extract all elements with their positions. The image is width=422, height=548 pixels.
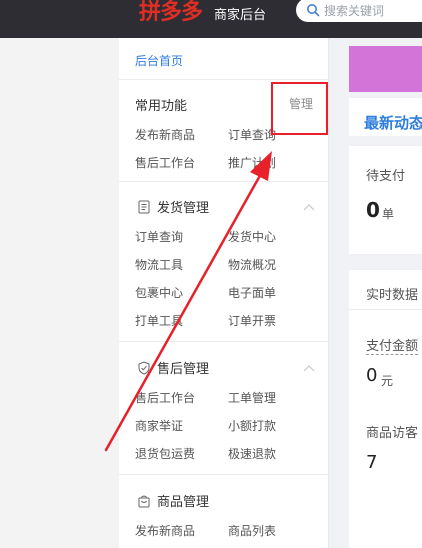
aftersale-item-workbench[interactable]: 售后工作台 <box>135 389 195 406</box>
realtime-divider <box>349 309 422 310</box>
goods-item-publish[interactable]: 发布新商品 <box>135 522 195 539</box>
aftersale-item-small-payment[interactable]: 小额打款 <box>228 417 276 434</box>
section-title-shipping-label: 发货管理 <box>157 201 210 216</box>
promo-banner[interactable] <box>349 46 422 92</box>
shipping-item-invoice[interactable]: 订单开票 <box>228 312 276 329</box>
realtime-title: 实时数据 <box>366 288 419 303</box>
bag-icon <box>138 495 150 507</box>
pending-unit: 单 <box>382 207 395 221</box>
sidebar-home-link[interactable]: 后台首页 <box>135 52 183 69</box>
pay-amount-value: 0 <box>366 365 378 386</box>
highlight-box <box>271 82 328 135</box>
aftersale-item-return-shipping[interactable]: 退货包运费 <box>135 445 195 462</box>
goods-item-list[interactable]: 商品列表 <box>228 522 276 539</box>
shipping-item-order-query[interactable]: 订单查询 <box>135 228 183 245</box>
search-placeholder: 搜索关键词 <box>324 4 385 18</box>
section-title-goods[interactable]: 商品管理 <box>137 491 209 510</box>
brand-logo[interactable]: 拼多多 <box>139 0 203 26</box>
shipping-item-e-waybill[interactable]: 电子面单 <box>228 284 276 301</box>
realtime-card <box>349 270 422 548</box>
pending-value: 0 <box>366 198 380 222</box>
document-icon <box>138 200 150 213</box>
pay-amount-unit: 元 <box>381 374 394 388</box>
aftersale-item-ticket[interactable]: 工单管理 <box>228 389 276 406</box>
news-title[interactable]: 最新动态 <box>364 112 422 133</box>
common-item-aftersale[interactable]: 售后工作台 <box>135 154 195 171</box>
sidebar-divider <box>119 79 329 80</box>
section-title-shipping[interactable]: 发货管理 <box>137 197 209 216</box>
section-title-aftersale[interactable]: 售后管理 <box>137 358 209 377</box>
shield-check-icon <box>138 360 150 375</box>
sidebar-divider <box>119 181 329 182</box>
pay-amount-label[interactable]: 支付金额 <box>366 335 419 355</box>
shipping-item-logistics-overview[interactable]: 物流概况 <box>228 256 276 273</box>
visitor-label: 商品访客 <box>366 426 419 441</box>
shipping-item-print-tool[interactable]: 打单工具 <box>135 312 183 329</box>
section-title-common-label: 常用功能 <box>135 99 188 114</box>
sidebar-divider <box>119 474 329 475</box>
shipping-item-logistics-tool[interactable]: 物流工具 <box>135 256 183 273</box>
left-background <box>0 38 119 548</box>
visitor-value: 7 <box>366 452 378 473</box>
chevron-up-icon[interactable] <box>303 203 315 211</box>
chevron-up-icon[interactable] <box>303 364 315 372</box>
section-title-goods-label: 商品管理 <box>157 495 210 510</box>
section-title-common: 常用功能 <box>135 95 187 114</box>
top-header: 拼多多 商家后台 搜索关键词 <box>0 0 422 38</box>
shipping-item-package-center[interactable]: 包裹中心 <box>135 284 183 301</box>
aftersale-item-evidence[interactable]: 商家举证 <box>135 417 183 434</box>
common-item-publish[interactable]: 发布新商品 <box>135 126 195 143</box>
sidebar-divider <box>119 341 329 342</box>
pending-card <box>349 146 422 254</box>
shipping-item-ship-center[interactable]: 发货中心 <box>228 228 276 245</box>
common-item-order-query[interactable]: 订单查询 <box>228 126 276 143</box>
brand-subtitle: 商家后台 <box>214 8 267 23</box>
common-item-promotion[interactable]: 推广计划 <box>228 154 276 171</box>
pending-label: 待支付 <box>366 169 406 184</box>
aftersale-item-quick-refund[interactable]: 极速退款 <box>228 445 276 462</box>
search-icon <box>307 4 320 17</box>
section-title-aftersale-label: 售后管理 <box>157 362 210 377</box>
search-input[interactable]: 搜索关键词 <box>296 0 422 22</box>
